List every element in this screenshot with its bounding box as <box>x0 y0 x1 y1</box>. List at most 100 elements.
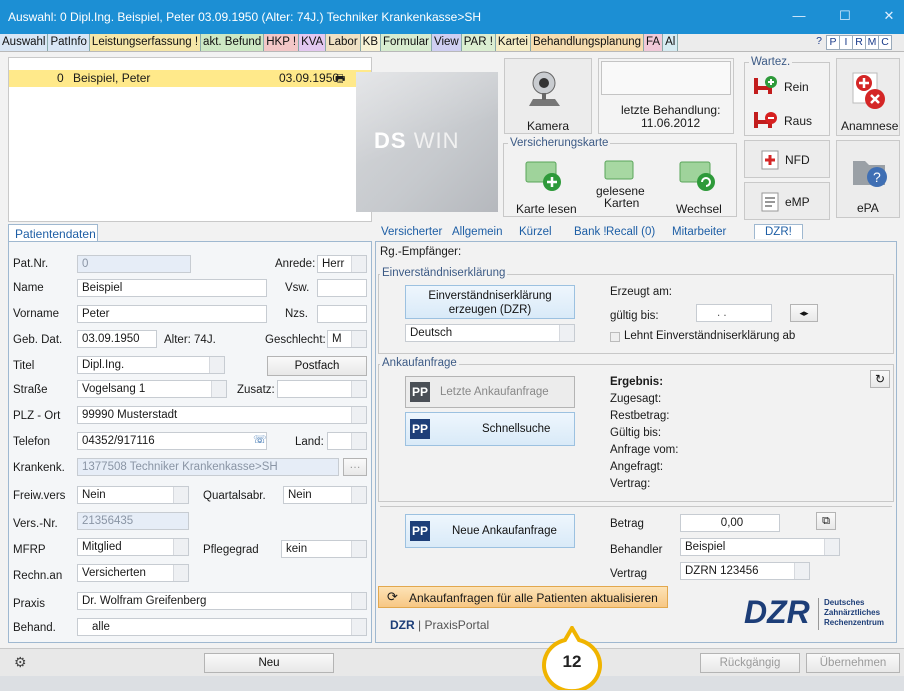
module-tab[interactable]: HKP ! <box>264 34 300 51</box>
zusatz-select[interactable] <box>277 380 367 398</box>
tab-2[interactable]: Allgemein <box>452 226 503 238</box>
strasse-field[interactable]: Vogelsang 1 <box>77 380 227 398</box>
pflegegrad-select[interactable]: kein <box>281 540 367 558</box>
vertrag-label: Vertrag <box>610 568 648 580</box>
telefon-field[interactable]: 04352/917116 <box>77 432 267 450</box>
lehnt-ab-checkbox[interactable] <box>610 332 620 342</box>
betrag-field[interactable]: 0,00 <box>680 514 780 532</box>
date-spinner[interactable]: ◂▸ <box>790 304 818 322</box>
einverst-erzeugen-button[interactable]: Einverständniserklärung erzeugen (DZR) <box>405 285 575 319</box>
emp-icon <box>761 192 779 212</box>
neue-ankaufanfrage-button[interactable]: PP Neue Ankaufanfrage <box>405 514 575 548</box>
module-tab[interactable]: PatInfo <box>48 34 90 51</box>
phone-icon[interactable]: ☏ <box>253 433 267 446</box>
quick-tab[interactable]: I <box>839 35 853 50</box>
module-tab[interactable]: KB <box>360 34 381 51</box>
wechsel-button[interactable]: Wechsel <box>664 156 734 216</box>
tab-1[interactable]: Versicherter <box>381 226 442 238</box>
schnellsuche-button[interactable]: PP Schnellsuche <box>405 412 575 446</box>
nfd-button[interactable]: NFD <box>744 140 830 178</box>
karte-lesen-button[interactable]: Karte lesen <box>508 156 578 216</box>
quick-tab[interactable]: P <box>826 35 840 50</box>
copy-icon[interactable]: ⧉ <box>816 512 836 530</box>
raus-button[interactable]: Raus <box>752 108 826 130</box>
module-tab[interactable]: Labor <box>326 34 361 51</box>
module-tab[interactable]: Behandlungsplanung <box>530 34 645 51</box>
kamera-button[interactable]: Kamera <box>504 58 592 134</box>
anrede-select[interactable]: Herr <box>317 255 367 273</box>
module-tab[interactable]: Formular <box>381 34 433 51</box>
patient-dob: 03.09.1950 <box>279 71 340 85</box>
ergebnis-label: Ergebnis: <box>610 376 664 388</box>
behandler-select[interactable]: Beispiel <box>680 538 840 556</box>
tab-5[interactable]: Recall (0) <box>606 226 655 238</box>
module-tab[interactable]: Leistungserfassung ! <box>89 34 202 51</box>
module-tab[interactable]: Kartei <box>495 34 531 51</box>
freiw-select[interactable]: Nein <box>77 486 189 504</box>
quick-tab[interactable]: M <box>865 35 879 50</box>
gelesene-label-2: Karten <box>604 196 640 210</box>
emp-button[interactable]: eMP <box>744 182 830 220</box>
tab-4[interactable]: Bank ! <box>574 226 607 238</box>
tab-3[interactable]: Kürzel <box>519 226 552 238</box>
callout-bubble: 12 <box>537 624 607 691</box>
logo-bold-text: DS <box>374 128 407 153</box>
refresh-icon[interactable]: ↻ <box>870 370 890 388</box>
tab-7[interactable]: DZR! <box>754 224 803 239</box>
vertrag-select[interactable]: DZRN 123456 <box>680 562 810 580</box>
geschlecht-select[interactable]: M <box>327 330 367 348</box>
maximize-icon[interactable]: ☐ <box>834 6 856 26</box>
settings-icon[interactable]: ⚙ <box>14 654 27 671</box>
epa-button[interactable]: ? ePA <box>836 140 900 218</box>
module-tab[interactable]: akt. Befund <box>201 34 265 51</box>
titel-select[interactable]: Dipl.Ing. <box>77 356 225 374</box>
geb-dat-field[interactable]: 03.09.1950 <box>77 330 157 348</box>
module-tab[interactable]: Al <box>663 34 679 51</box>
tab-patientendaten[interactable]: Patientendaten <box>8 224 98 242</box>
update-all-button[interactable]: ⟳ Ankaufanfragen für alle Patienten aktu… <box>378 586 668 608</box>
module-tab[interactable]: KVA <box>299 34 327 51</box>
behandler-label: Behandler <box>610 544 663 556</box>
module-tab[interactable]: PAR ! <box>461 34 496 51</box>
uebernehmen-button[interactable]: Übernehmen <box>806 653 900 673</box>
neu-button[interactable]: Neu <box>204 653 334 673</box>
vsw-field[interactable] <box>317 279 367 297</box>
vsw-label: Vsw. <box>285 282 310 294</box>
patient-list-row-selected[interactable]: 0 Beispiel, Peter 03.09.1950 🖶 <box>9 70 371 87</box>
module-tab[interactable]: Auswahl <box>0 34 49 51</box>
epa-folder-icon: ? <box>853 161 887 187</box>
module-tab[interactable]: View <box>432 34 462 51</box>
rein-button[interactable]: Rein <box>752 74 826 96</box>
titel-label: Titel <box>13 360 35 372</box>
praxis-select[interactable]: Dr. Wolfram Greifenberg <box>77 592 367 610</box>
rechn-select[interactable]: Versicherten <box>77 564 189 582</box>
mfrp-select[interactable]: Mitglied <box>77 538 189 556</box>
quick-tab[interactable]: R <box>852 35 866 50</box>
land-select[interactable] <box>327 432 367 450</box>
print-icon[interactable]: 🖶 <box>335 70 345 89</box>
plz-ort-field[interactable]: 99990 Musterstadt <box>77 406 367 424</box>
last-treatment-date: 11.06.2012 <box>641 116 701 130</box>
quick-tab[interactable]: C <box>878 35 892 50</box>
minimize-icon[interactable]: — <box>788 6 810 26</box>
gueltig-bis-date[interactable]: . . <box>696 304 772 322</box>
patient-list: 0 Beispiel, Peter 03.09.1950 🖶 <box>8 57 372 222</box>
vorname-field[interactable]: Peter <box>77 305 267 323</box>
postfach-button[interactable]: Postfach <box>267 356 367 376</box>
anamnese-button[interactable]: Anamnese <box>836 58 900 136</box>
help-icon[interactable]: ? <box>812 35 826 50</box>
quartal-select[interactable]: Nein <box>283 486 367 504</box>
module-tab[interactable]: FA <box>644 34 664 51</box>
name-field[interactable]: Beispiel <box>77 279 267 297</box>
tab-6[interactable]: Mitarbeiter <box>672 226 726 238</box>
last-treatment-label: letzte Behandlung: <box>621 103 721 117</box>
krankenk-label: Krankenk. <box>13 462 65 474</box>
nzs-field[interactable] <box>317 305 367 323</box>
gelesene-karten-button[interactable]: gelesene Karten <box>590 156 650 214</box>
letzte-ankaufanfrage-button[interactable]: PP Letzte Ankaufanfrage <box>405 376 575 408</box>
behand-select[interactable]: alle <box>77 618 367 636</box>
sprache-select[interactable]: Deutsch <box>405 324 575 342</box>
rueckgaengig-button[interactable]: Rückgängig <box>700 653 800 673</box>
close-icon[interactable]: ✕ <box>878 6 900 26</box>
krankenk-edit-button[interactable]: … <box>343 458 367 476</box>
